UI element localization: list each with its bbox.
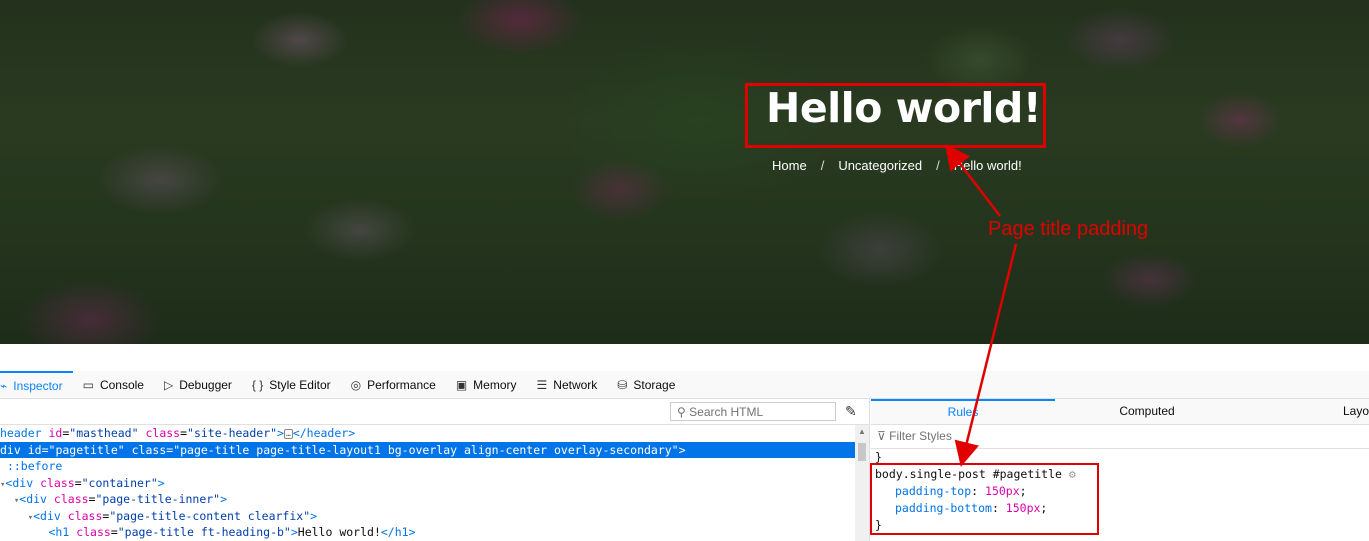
tab-label: Memory — [473, 377, 517, 392]
tab-label: Storage — [633, 377, 676, 392]
markup-node-h1[interactable]: <h1 class="page-title ft-heading-b">Hell… — [0, 524, 855, 541]
tab-debugger[interactable]: ▷ Debugger — [154, 371, 242, 398]
rule-highlight-box — [870, 463, 1099, 535]
tab-label: Debugger — [179, 377, 232, 392]
memory-chip-icon: ▣ — [455, 377, 468, 392]
eyedropper-icon[interactable]: ✎ — [845, 403, 857, 420]
tab-memory[interactable]: ▣ Memory — [446, 371, 527, 398]
hero-banner: Hello world! Home / Uncategorized / Hello wo… — [0, 0, 1369, 344]
breadcrumb-separator: / — [820, 158, 825, 173]
performance-icon: ◎ — [350, 377, 362, 392]
markup-node-content[interactable]: ▾<div class="page-title-content clearfix… — [0, 508, 855, 525]
scroll-up-icon[interactable]: ▲ — [858, 427, 866, 436]
markup-node-inner[interactable]: ▾<div class="page-title-inner"> — [0, 491, 855, 508]
filter-styles-input[interactable]: ⊽ Filter Styles — [877, 429, 952, 443]
tab-style-editor[interactable]: { } Style Editor — [242, 371, 341, 398]
tab-layout[interactable]: Layo — [1239, 399, 1369, 424]
search-placeholder: Search HTML — [689, 405, 764, 419]
inspector-icon: ⌁ — [0, 378, 8, 393]
tab-label: Performance — [367, 377, 436, 392]
braces-icon: { } — [251, 377, 264, 392]
markup-toolbar: ⚲ Search HTML ✎ — [0, 399, 869, 425]
sidebar-tabs: Rules Computed Layo — [871, 399, 1369, 425]
title-highlight-box — [745, 83, 1046, 148]
tab-inspector[interactable]: ⌁ Inspector — [0, 371, 73, 398]
devtools-panel: ⌁ Inspector ▭ Console ▷ Debugger { } Style E… — [0, 344, 1369, 541]
markup-node-before[interactable]: ::before — [0, 458, 855, 475]
tab-computed[interactable]: Computed — [1055, 399, 1239, 424]
storage-icon: ⛁ — [617, 377, 628, 392]
markup-pane: ⚲ Search HTML ✎ header id="masthead" cla… — [0, 399, 870, 541]
breadcrumb-separator: / — [936, 158, 940, 173]
tab-label: Network — [553, 377, 598, 392]
tab-rules[interactable]: Rules — [871, 399, 1055, 424]
tab-performance[interactable]: ◎ Performance — [341, 371, 446, 398]
tab-label: Inspector — [13, 378, 63, 393]
scroll-thumb[interactable] — [858, 443, 866, 461]
breadcrumb-home-link[interactable]: Home — [772, 158, 807, 173]
hero-overlay — [0, 0, 1369, 344]
tab-network[interactable]: ☰ Network — [527, 371, 608, 398]
tab-label: Style Editor — [269, 377, 331, 392]
tab-storage[interactable]: ⛁ Storage — [607, 371, 685, 398]
markup-scrollbar[interactable]: ▲ — [855, 425, 869, 541]
search-icon: ⚲ — [677, 405, 686, 419]
console-icon: ▭ — [82, 377, 94, 392]
breadcrumb: Home / Uncategorized / Hello world! — [772, 158, 1022, 173]
breadcrumb-category-link[interactable]: Uncategorized — [838, 158, 922, 173]
network-icon: ☰ — [536, 377, 548, 392]
devtools-tabbar: ⌁ Inspector ▭ Console ▷ Debugger { } Style E… — [0, 371, 1369, 399]
markup-node-header[interactable]: header id="masthead" class="site-header"… — [0, 425, 855, 442]
markup-node-container[interactable]: ▾<div class="container"> — [0, 475, 855, 492]
breadcrumb-current: Hello world! — [953, 158, 1022, 173]
search-html-input[interactable]: ⚲ Search HTML — [670, 402, 836, 421]
annotation-label: Page title padding — [988, 218, 1149, 240]
collapsed-ellipsis-icon[interactable]: … — [283, 428, 293, 439]
filter-placeholder: Filter Styles — [889, 429, 952, 443]
markup-node-pagetitle[interactable]: div id="pagetitle" class="page-title pag… — [0, 441, 855, 458]
tab-label: Console — [99, 377, 144, 392]
debugger-icon: ▷ — [163, 377, 174, 392]
markup-tree: header id="masthead" class="site-header"… — [0, 425, 869, 541]
filter-icon: ⊽ — [877, 429, 886, 443]
filter-styles-row: ⊽ Filter Styles — [871, 425, 1369, 449]
tab-console[interactable]: ▭ Console — [73, 371, 154, 398]
